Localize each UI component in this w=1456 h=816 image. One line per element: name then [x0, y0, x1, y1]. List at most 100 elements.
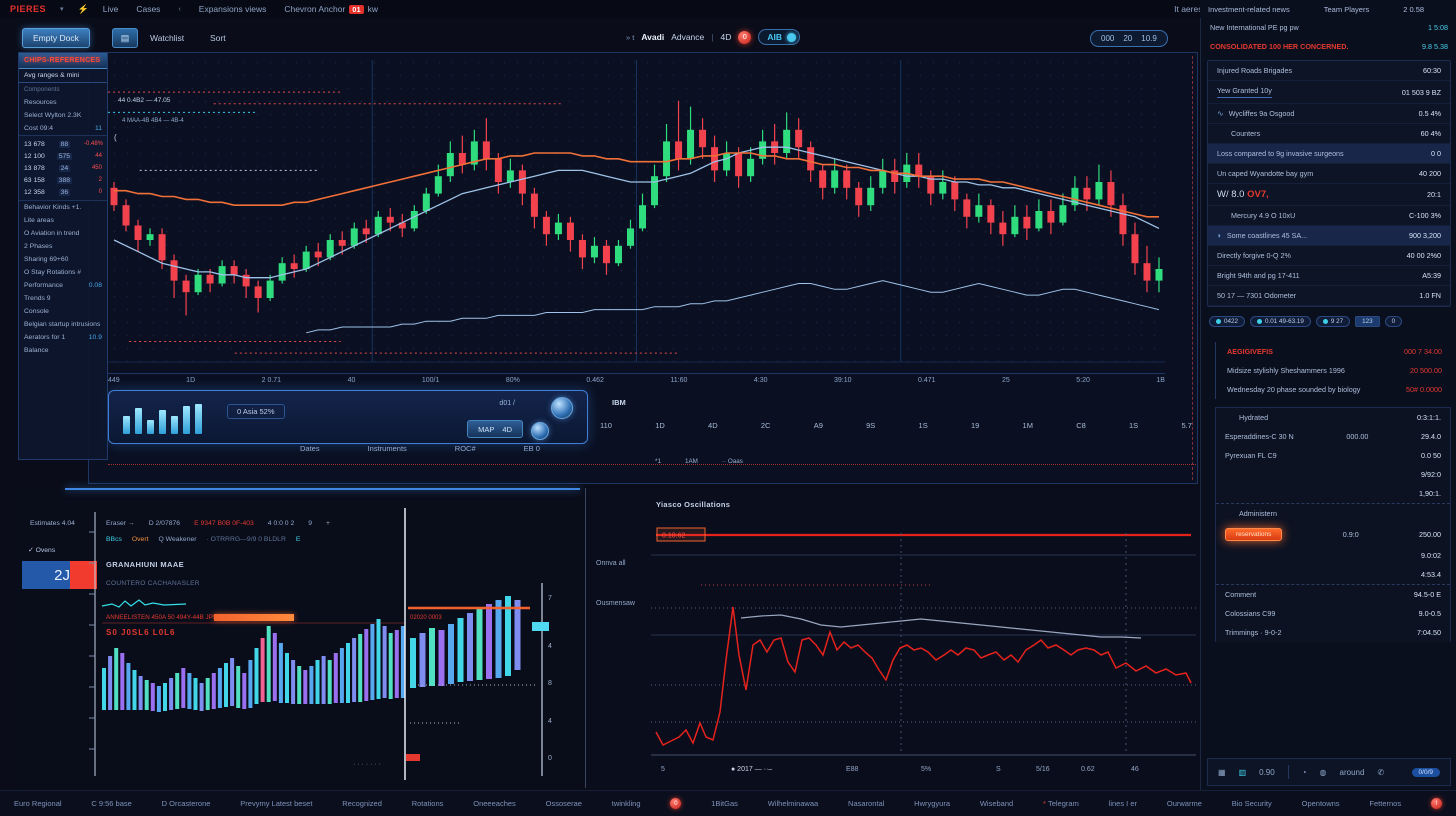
ovens-label[interactable]: ✓ Ovens — [28, 546, 55, 554]
ab-toggle[interactable]: AIB — [758, 29, 800, 45]
timeframe-option[interactable]: A9 — [814, 421, 823, 430]
primary-action-button[interactable]: Empty Dock — [22, 28, 90, 48]
estimates-label[interactable]: Estimates 4.04 — [30, 520, 75, 527]
status-item[interactable]: Ossoserae — [546, 799, 582, 808]
reservations-button[interactable]: reservations — [1225, 528, 1282, 541]
timeframe-option[interactable]: C8 — [1076, 421, 1086, 430]
orderbook-row[interactable]: 63 1583882 — [23, 174, 103, 186]
position-row[interactable]: 9.0:02 — [1216, 546, 1450, 565]
menu-item-1[interactable]: Cases — [136, 4, 160, 14]
card-icon[interactable]: ▥ — [1239, 768, 1247, 777]
sub-row-item[interactable]: ROC# — [455, 444, 476, 453]
status-item[interactable]: Opentowns — [1302, 799, 1340, 808]
menu-item-0[interactable]: Live — [103, 4, 119, 14]
sidebar-kv-item[interactable]: Balance — [19, 344, 107, 357]
sidebar-kv-item[interactable]: Aerators for 110.9 — [19, 331, 107, 344]
orderbook-row[interactable]: 13 67888-0.48% — [23, 138, 103, 150]
menu-item-3[interactable]: Chevron Anchor01kw — [284, 4, 378, 14]
status-item[interactable]: *Telegram — [1043, 799, 1079, 808]
market-row[interactable]: ∿Wycliffes 9a Osgood0.5 4% — [1208, 104, 1450, 124]
position-row[interactable]: Trimmings · 9-0-27:04.50 — [1216, 623, 1450, 642]
status-item[interactable]: twinkling — [612, 799, 641, 808]
sidebar-item[interactable]: Sharing 69+60 — [19, 253, 107, 266]
big-value-tile[interactable]: 2J — [22, 561, 74, 589]
ticker-label[interactable]: IBM — [612, 398, 626, 407]
timeframe-option[interactable]: 9S — [866, 421, 875, 430]
status-item[interactable]: Ourwarme — [1167, 799, 1202, 808]
status-item[interactable]: Recognized — [342, 799, 382, 808]
timeframe-option[interactable]: 19 — [971, 421, 979, 430]
menu-item-2[interactable]: Expansions views — [199, 4, 267, 14]
alert-row[interactable]: Wednesday 20 phase sounded by biology50#… — [1218, 380, 1451, 399]
panel-header-chip[interactable]: E 9347 B0B 0F-403 — [194, 520, 254, 527]
status-item[interactable]: Wiseband — [980, 799, 1013, 808]
news-row[interactable]: CONSOLIDATED 100 HER CONCERNED.9.8 5.38 — [1201, 37, 1456, 56]
price-chart[interactable]: 44 0.4B2 — 47.054 MAA-4B 4B4 — 4B-4( — [108, 56, 1165, 370]
status-item[interactable]: Nasarontal — [848, 799, 884, 808]
status-item[interactable]: 1BitGas — [711, 799, 738, 808]
status-item[interactable]: Euro Regional — [14, 799, 62, 808]
globe-icon[interactable] — [551, 397, 573, 419]
sub-row-item[interactable]: Dates — [300, 444, 320, 453]
sidebar-item[interactable]: 2 Phases — [19, 240, 107, 253]
symbol-subtitle[interactable]: Advance — [671, 32, 704, 42]
market-row[interactable]: ◗Some coastlines 45 SA...900 3,200 — [1208, 226, 1450, 246]
timeframe-option[interactable]: 1D — [655, 421, 665, 430]
market-row[interactable]: Un caped Wyandotte bay gym40 200 — [1208, 164, 1450, 184]
news-row[interactable]: New International PE pg pw1 5:08 — [1201, 18, 1456, 37]
market-row[interactable]: Mercury 4.9 O 10xUC-100 3% — [1208, 206, 1450, 226]
candlestick-canvas[interactable]: 44 0.4B2 — 47.054 MAA-4B 4B4 — 4B-4( — [108, 56, 1165, 370]
sidebar-item[interactable]: Select Wylton 2.3K — [19, 109, 107, 122]
sub-row-item[interactable]: EB 0 — [524, 444, 540, 453]
orderbook-row[interactable]: 12 358360 — [23, 186, 103, 198]
app-logo[interactable]: PIERES — [10, 4, 46, 14]
orderbook-row[interactable]: 13 87824450 — [23, 162, 103, 174]
status-item[interactable]: Prevymy Latest beset — [240, 799, 312, 808]
panel-header-chip[interactable]: Overt — [132, 536, 149, 543]
orderbook-row[interactable]: 12 10057544 — [23, 150, 103, 162]
alerts-title-row[interactable]: AEGIGIVEFIS000 7 34.00 — [1218, 342, 1451, 361]
panel-header-chip[interactable]: E — [296, 536, 301, 543]
sidebar-item[interactable]: Avg ranges & mini — [19, 69, 107, 83]
status-item[interactable]: Fetternos — [1369, 799, 1401, 808]
position-row[interactable]: Comment94.5-0 E — [1216, 585, 1450, 604]
market-row[interactable]: W/ 8.0 OV7,20:1 — [1208, 184, 1450, 206]
position-row[interactable]: reservations0.9:0250.00 — [1216, 523, 1450, 546]
position-row[interactable]: Hydrated0:3:1:1. — [1216, 408, 1450, 427]
sidebar-kv-item[interactable]: Belgian startup intrusions — [19, 318, 107, 331]
position-row[interactable]: 1,90:1. — [1216, 484, 1450, 504]
timeframe-option[interactable]: 1M — [1023, 421, 1033, 430]
panel-header-chip[interactable]: D 2/07876 — [149, 520, 180, 527]
symbol-title[interactable]: Avadi — [641, 32, 664, 42]
position-row[interactable]: 4:53.4 — [1216, 565, 1450, 585]
sidebar-item[interactable]: Lite areas — [19, 214, 107, 227]
status-item[interactable]: lines I er — [1109, 799, 1137, 808]
market-row[interactable]: Yew Granted 10y01 503 9 BZ — [1208, 81, 1450, 104]
status-item[interactable]: Oneeeaches — [473, 799, 516, 808]
ratio-pill[interactable]: 0/0/9 — [1412, 768, 1440, 777]
status-alert-badge[interactable]: 0 — [670, 798, 681, 809]
status-item[interactable]: Rotations — [412, 799, 444, 808]
watchlist-tab[interactable]: Watchlist — [150, 33, 184, 43]
panel-header-chip[interactable]: + — [326, 520, 330, 527]
position-row[interactable]: Administern — [1216, 504, 1450, 523]
timeframe-option[interactable]: 1S — [1129, 421, 1138, 430]
sidebar-header-col2[interactable]: Team Players — [1324, 5, 1369, 14]
status-item[interactable]: Bio Security — [1232, 799, 1272, 808]
timeframe-option[interactable]: 5.7 — [1181, 421, 1191, 430]
sidebar-item[interactable]: Cost 09:411 — [19, 122, 107, 135]
filter-chip[interactable]: 0422 — [1209, 316, 1245, 327]
panel-header-chip[interactable]: Eraser → — [106, 520, 135, 527]
status-item[interactable]: C 9:56 base — [91, 799, 131, 808]
market-row[interactable]: Directly forgive 0-Q 2%40 00 2%0 — [1208, 246, 1450, 266]
filter-chip[interactable]: 9 27 — [1316, 316, 1350, 327]
panel-header-chip[interactable]: BBcs — [106, 536, 122, 543]
status-item[interactable]: Hwrygyura — [914, 799, 950, 808]
position-row[interactable]: 9/92:0 — [1216, 465, 1450, 484]
status-item[interactable]: D Orcasterone — [162, 799, 211, 808]
position-row[interactable]: Esperaddines-C 30 N000.0029.4.0 — [1216, 427, 1450, 446]
timeframe-option[interactable]: 2C — [761, 421, 771, 430]
status-item[interactable]: Wilhelminawaa — [768, 799, 818, 808]
sidebar-header-title[interactable]: Investment-related news — [1208, 5, 1290, 14]
position-row[interactable]: Colossians C999.0-0.5 — [1216, 604, 1450, 623]
